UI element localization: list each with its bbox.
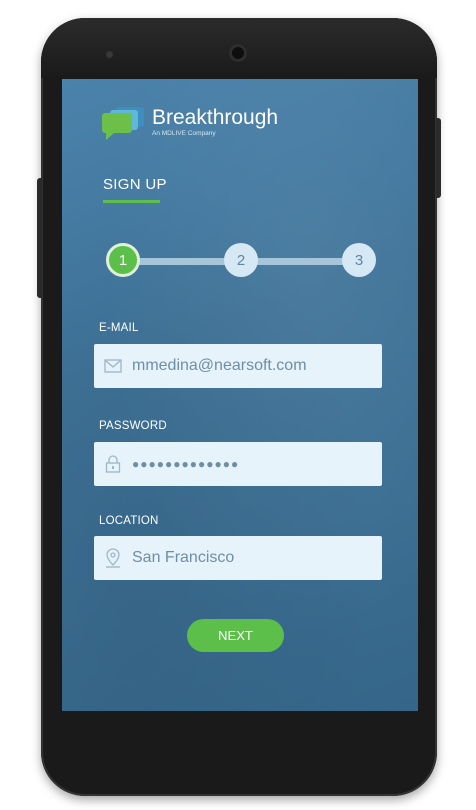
location-input[interactable] bbox=[132, 538, 362, 578]
password-label: PASSWORD bbox=[99, 420, 167, 432]
phone-bottom-bezel bbox=[41, 711, 437, 796]
chat-bubbles-icon bbox=[102, 107, 146, 141]
signup-stepper: 1 2 3 bbox=[106, 243, 376, 277]
lock-icon bbox=[94, 442, 132, 486]
step-2[interactable]: 2 bbox=[224, 243, 258, 277]
brand-tagline: An MDLIVE Company bbox=[152, 130, 216, 137]
envelope-icon bbox=[94, 344, 132, 388]
map-pin-icon bbox=[94, 536, 132, 580]
step-3[interactable]: 3 bbox=[342, 243, 376, 277]
step-1[interactable]: 1 bbox=[106, 243, 140, 277]
email-label: E-MAIL bbox=[99, 322, 139, 334]
next-button[interactable]: NEXT bbox=[187, 619, 284, 652]
password-input[interactable] bbox=[132, 444, 362, 484]
location-field-container[interactable] bbox=[94, 536, 382, 580]
location-label: LOCATION bbox=[99, 515, 159, 527]
page-title: SIGN UP bbox=[103, 176, 167, 193]
password-field-container[interactable] bbox=[94, 442, 382, 486]
email-input[interactable] bbox=[132, 346, 362, 386]
brand-logo: Breakthrough An MDLIVE Company bbox=[102, 107, 278, 141]
email-field-container[interactable] bbox=[94, 344, 382, 388]
brand-name: Breakthrough bbox=[152, 106, 279, 129]
volume-button bbox=[37, 178, 42, 298]
title-underline bbox=[103, 200, 160, 203]
front-camera bbox=[229, 44, 247, 62]
app-screen: Breakthrough An MDLIVE Company SIGN UP 1… bbox=[62, 79, 418, 711]
sensor-dot bbox=[105, 50, 114, 59]
power-button bbox=[436, 118, 441, 198]
